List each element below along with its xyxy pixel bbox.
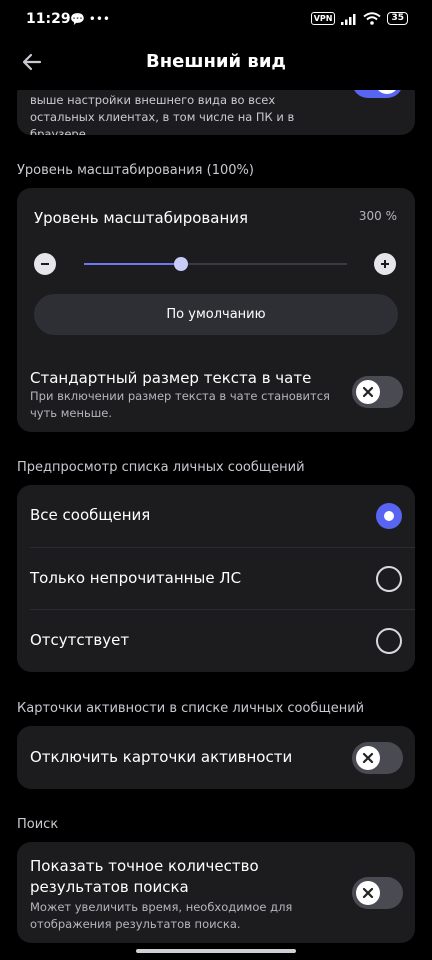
status-right-icons: VPN 35 [310,12,408,25]
minus-icon [41,263,49,265]
zoom-slider-fill [84,263,181,265]
search-description: Может увеличить время, необходимое для о… [30,900,293,931]
zoom-slider-track[interactable] [84,263,347,265]
chat-text-size-toggle[interactable] [352,376,403,408]
zoom-title: Уровень масштабирования [34,209,249,227]
wifi-icon [363,12,382,25]
dm-preview-card: Все сообщения Только непрочитанные ЛС От… [17,485,415,672]
plus-icon [381,260,389,268]
dm-preview-option-unread[interactable]: Только непрочитанные ЛС [17,548,415,610]
notification-icons: 💬 ••• [70,12,110,26]
option-label: Только непрочитанные ЛС [30,569,242,587]
dm-preview-option-none[interactable]: Отсутствует [17,610,415,672]
reset-zoom-button[interactable]: По умолчанию [34,294,398,335]
zoom-plus-button[interactable] [374,253,396,275]
toggle-knob [356,881,380,905]
sync-description: выше настройки внешнего вида во всех ост… [30,93,295,135]
radio-unselected-icon[interactable] [376,628,402,654]
chat-text-size-description: При включении размер текста в чате стано… [30,389,330,420]
home-indicator[interactable] [136,949,296,953]
status-time: 11:29 [26,11,71,27]
zoom-max-value: 300 % [358,209,397,223]
option-label: Все сообщения [30,506,151,524]
close-icon [362,887,374,899]
activity-title: Отключить карточки активности [30,748,293,766]
vpn-icon: VPN [310,12,336,25]
signal-icon [341,13,356,25]
toggle-knob [356,746,380,770]
page-title: Внешний вид [146,51,286,72]
activity-toggle[interactable] [352,742,403,774]
dm-preview-option-all[interactable]: Все сообщения [17,485,415,547]
toggle-knob [356,380,380,404]
chat-text-size-title: Стандартный размер текста в чате [30,369,312,387]
search-toggle[interactable] [352,877,403,909]
search-card: Показать точное количество результатов п… [17,842,415,943]
app-header-overlay: Внешний вид [0,40,432,86]
zoom-minus-button[interactable] [34,253,56,275]
activity-section-label: Карточки активности в списке личных сооб… [17,701,365,716]
activity-card: Отключить карточки активности [17,726,415,789]
option-label: Отсутствует [30,631,130,649]
dm-preview-section-label: Предпросмотр списка личных сообщений [17,460,305,475]
zoom-slider-thumb[interactable] [174,257,188,271]
zoom-card: Уровень масштабирования 300 % По умолчан… [17,188,415,432]
radio-unselected-icon[interactable] [376,566,402,592]
close-icon [362,752,374,764]
search-title: Показать точное количество результатов п… [30,857,259,896]
search-section-label: Поиск [17,817,59,832]
zoom-section-label: Уровень масштабирования (100%) [17,163,254,178]
close-icon [362,386,374,398]
status-bar: 11:29 💬 ••• VPN 35 [0,0,432,40]
radio-selected-icon[interactable] [376,503,402,529]
battery-icon: 35 [387,12,408,25]
